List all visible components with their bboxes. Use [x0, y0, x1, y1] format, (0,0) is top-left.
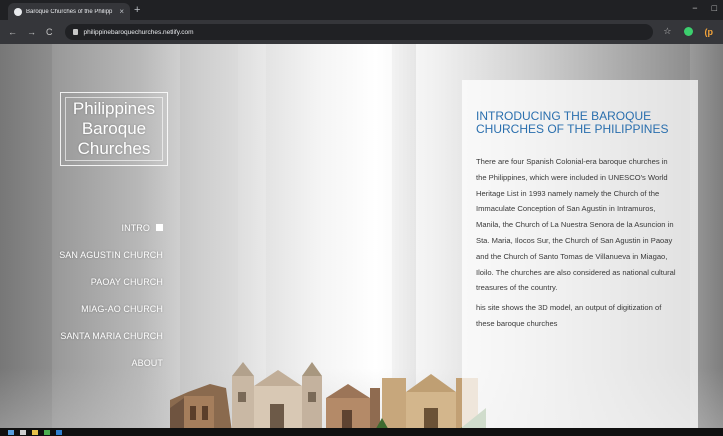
church-santa-maria-icon	[326, 384, 380, 428]
chrome-icon[interactable]	[44, 429, 50, 435]
nav-item-label: MIAG-AO CHURCH	[81, 303, 163, 314]
url-text: philippinebaroquechurches.netlify.com	[83, 28, 194, 36]
browser-tab[interactable]: Baroque Churches of the Philipp ×	[8, 3, 130, 20]
nav-item-label: SANTA MARIA CHURCH	[60, 330, 163, 341]
start-icon[interactable]	[8, 429, 14, 435]
new-tab-button[interactable]: +	[134, 4, 140, 16]
site-logo[interactable]: Philippines Baroque Churches	[60, 92, 168, 166]
forward-icon[interactable]: →	[27, 27, 36, 37]
nav-item-miag-ao[interactable]: MIAG-AO CHURCH	[13, 295, 163, 322]
church-paoay-icon	[170, 384, 232, 428]
page-viewport: Philippines Baroque Churches INTRO SAN A…	[0, 44, 723, 428]
maximize-button[interactable]: □	[712, 3, 717, 13]
favicon-icon	[14, 7, 22, 16]
browser-tab-bar: Baroque Churches of the Philipp × + − □	[0, 0, 723, 20]
tab-close-icon[interactable]: ×	[119, 7, 124, 16]
panel-body: There are four Spanish Colonial-era baro…	[476, 154, 680, 332]
intro-paragraph: There are four Spanish Colonial-era baro…	[476, 157, 676, 293]
churches-illustration	[170, 362, 486, 428]
url-field[interactable]: philippinebaroquechurches.netlify.com	[64, 24, 653, 40]
logo-text: Philippines Baroque Churches	[73, 99, 155, 159]
lock-icon	[72, 29, 78, 35]
nav-item-label: SAN AGUSTIN CHURCH	[59, 249, 163, 260]
main-nav: INTRO SAN AGUSTIN CHURCH PAOAY CHURCH MI…	[13, 214, 163, 376]
star-icon[interactable]: ☆	[663, 26, 671, 37]
profile-icon[interactable]: (p	[705, 27, 714, 37]
logo-line: Churches	[77, 139, 151, 158]
window-controls: − □	[692, 3, 717, 13]
church-san-agustin-icon	[232, 362, 322, 428]
logo-line: Philippines	[72, 99, 156, 118]
reload-icon[interactable]: C	[46, 27, 53, 37]
nav-item-label: INTRO	[121, 222, 150, 233]
os-taskbar	[0, 428, 723, 436]
folder-icon[interactable]	[32, 429, 38, 435]
nav-item-san-agustin[interactable]: SAN AGUSTIN CHURCH	[13, 241, 163, 268]
search-icon[interactable]	[20, 429, 26, 435]
address-bar: ← → C philippinebaroquechurches.netlify.…	[0, 20, 723, 44]
logo-line: Baroque	[81, 119, 147, 138]
intro-panel: INTRODUCING THE BAROQUE CHURCHES OF THE …	[462, 80, 698, 428]
nav-item-label: PAOAY CHURCH	[90, 276, 163, 287]
nav-buttons: ← → C	[8, 27, 53, 37]
nav-item-santa-maria[interactable]: SANTA MARIA CHURCH	[13, 322, 163, 349]
extension-icon[interactable]	[683, 27, 693, 36]
intro-paragraph: his site shows the 3D model, an output o…	[476, 303, 662, 328]
back-icon[interactable]: ←	[8, 27, 17, 37]
nav-item-intro[interactable]: INTRO	[13, 214, 163, 241]
minimize-button[interactable]: −	[692, 3, 697, 13]
address-bar-actions: ☆ (p	[663, 26, 713, 37]
panel-title: INTRODUCING THE BAROQUE CHURCHES OF THE …	[476, 109, 669, 136]
nav-item-label: ABOUT	[131, 357, 163, 368]
nav-item-paoay[interactable]: PAOAY CHURCH	[13, 268, 163, 295]
active-marker-icon	[156, 224, 163, 231]
nav-item-about[interactable]: ABOUT	[13, 349, 163, 376]
tab-title: Baroque Churches of the Philipp	[26, 8, 113, 15]
app-icon[interactable]	[56, 429, 62, 435]
